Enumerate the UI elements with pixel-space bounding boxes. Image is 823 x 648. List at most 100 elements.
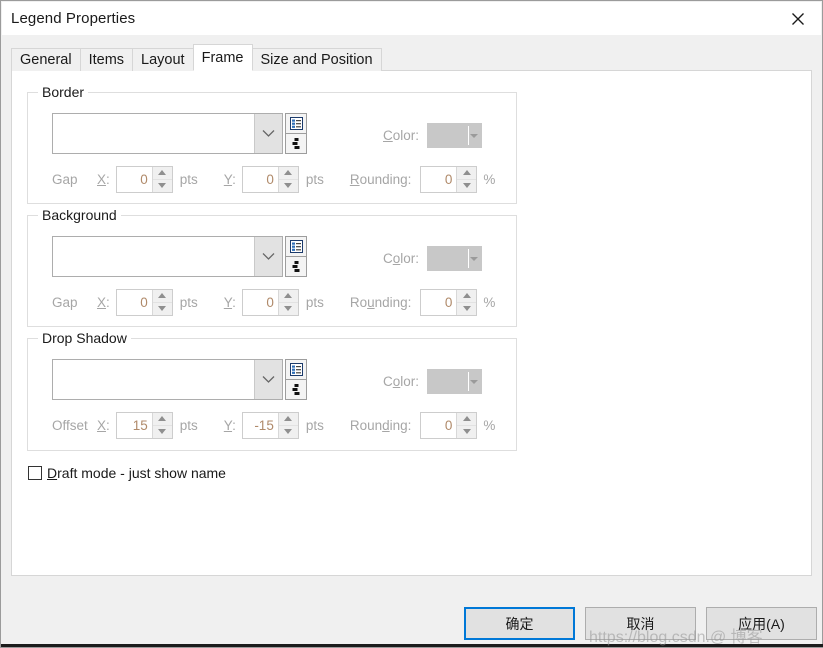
background-gap-x-spin-buttons[interactable] [151,289,172,315]
drop-shadow-offset-y-stepper[interactable]: -15 [241,411,299,439]
spinner-up-icon[interactable] [278,413,298,426]
background-rounding-label: Rounding: [349,294,412,310]
chevron-down-icon[interactable] [470,256,479,261]
border-gap-x-stepper[interactable]: 0 [115,165,173,193]
border-rounding-spin-buttons[interactable] [456,166,477,192]
background-rounding-spin-buttons[interactable] [456,289,477,315]
background-style-combo[interactable] [52,236,283,277]
background-gap-x-units: pts [179,294,198,310]
drop-shadow-offset-x-value[interactable]: 15 [117,413,152,438]
legend-properties-dialog: Legend Properties General Items Layout F… [0,0,823,648]
spinner-up-icon[interactable] [457,413,477,426]
ok-button[interactable]: 确定 [464,607,575,640]
drop-shadow-rounding-label: Rounding: [349,417,412,433]
background-rounding-units: % [483,294,496,310]
properties-list-icon[interactable] [285,113,307,134]
border-gap-y-value[interactable]: 0 [243,167,278,192]
drop-shadow-offset-y-value[interactable]: -15 [243,413,278,438]
drop-shadow-rounding-units: % [483,417,496,433]
background-gap-x-value[interactable]: 0 [117,290,152,315]
spinner-up-icon[interactable] [152,413,172,426]
chevron-down-icon[interactable] [254,237,282,276]
spinner-down-icon[interactable] [457,426,476,438]
apply-button[interactable]: 应用(A) [706,607,817,640]
spinner-up-icon[interactable] [457,167,477,180]
spinner-down-icon[interactable] [279,426,298,438]
cancel-button[interactable]: 取消 [585,607,696,640]
border-rounding-value[interactable]: 0 [421,167,456,192]
border-style-value[interactable] [53,114,254,153]
drop-shadow-offset-x-spin-buttons[interactable] [151,412,172,438]
drop-shadow-offset-x-stepper[interactable]: 15 [115,411,173,439]
drop-shadow-style-value[interactable] [53,360,254,399]
background-metrics-row: Gap X: 0 pts Y: 0 pts Rounding: 0 % [52,288,495,316]
drop-shadow-rounding-value[interactable]: 0 [421,413,456,438]
border-color-swatch[interactable] [427,123,483,148]
tab-general[interactable]: General [11,48,81,71]
tab-items[interactable]: Items [79,48,134,71]
spinner-up-icon[interactable] [152,290,172,303]
chevron-down-icon[interactable] [470,133,479,138]
tab-layout[interactable]: Layout [132,48,194,71]
drop-shadow-rounding-stepper[interactable]: 0 [420,411,478,439]
border-gap-x-spin-buttons[interactable] [151,166,172,192]
draft-mode-row[interactable]: Draft mode - just show name [28,465,226,481]
properties-list-icon[interactable] [285,236,307,257]
drop-shadow-offset-x-units: pts [179,417,198,433]
drop-shadow-x-label: X: [97,417,110,433]
spinner-down-icon[interactable] [279,303,298,315]
drop-shadow-style-combo[interactable] [52,359,283,400]
properties-list-icon[interactable] [285,359,307,380]
background-rounding-value[interactable]: 0 [421,290,456,315]
background-gap-y-stepper[interactable]: 0 [241,288,299,316]
drop-shadow-metrics-row: Offset X: 15 pts Y: -15 pts Rounding: 0 … [52,411,495,439]
spinner-up-icon[interactable] [457,290,477,303]
draft-mode-checkbox[interactable] [28,466,42,480]
expression-builder-icon[interactable] [285,257,307,277]
spinner-up-icon[interactable] [152,167,172,180]
drop-shadow-offset-y-spin-buttons[interactable] [277,412,298,438]
spinner-down-icon[interactable] [457,303,476,315]
frame-tab-panel: Border Color: Gap X: 0 pts Y: 0 pts Roun… [11,70,812,576]
background-color-swatch[interactable] [427,246,483,271]
swatch-divider [468,372,470,391]
border-style-row [52,113,307,154]
chevron-down-icon[interactable] [254,114,282,153]
background-gap-x-stepper[interactable]: 0 [115,288,173,316]
border-gap-y-stepper[interactable]: 0 [241,165,299,193]
drop-shadow-style-row [52,359,307,400]
border-group-title: Border [38,84,89,100]
background-gap-y-spin-buttons[interactable] [277,289,298,315]
background-gap-y-value[interactable]: 0 [243,290,278,315]
border-side-buttons [285,113,307,154]
drop-shadow-color-swatch[interactable] [427,369,483,394]
tab-size-and-position[interactable]: Size and Position [251,48,382,71]
border-metrics-row: Gap X: 0 pts Y: 0 pts Rounding: 0 % [52,165,495,193]
spinner-up-icon[interactable] [278,167,298,180]
background-style-value[interactable] [53,237,254,276]
border-style-combo[interactable] [52,113,283,154]
drop-shadow-rounding-spin-buttons[interactable] [456,412,477,438]
spinner-down-icon[interactable] [457,180,476,192]
chevron-down-icon[interactable] [470,379,479,384]
border-color-block: Color: [383,123,483,148]
spinner-down-icon[interactable] [153,426,172,438]
border-gap-x-value[interactable]: 0 [117,167,152,192]
spinner-down-icon[interactable] [153,180,172,192]
spinner-up-icon[interactable] [278,290,298,303]
tab-frame[interactable]: Frame [192,44,253,71]
swatch-divider [468,126,470,145]
spinner-down-icon[interactable] [153,303,172,315]
taskbar-sliver [1,644,823,647]
border-gap-x-units: pts [179,171,198,187]
expression-builder-icon[interactable] [285,380,307,400]
close-icon[interactable] [775,2,821,35]
border-rounding-stepper[interactable]: 0 [420,165,478,193]
background-style-row [52,236,307,277]
drop-shadow-y-label: Y: [223,417,236,433]
chevron-down-icon[interactable] [254,360,282,399]
border-gap-y-spin-buttons[interactable] [277,166,298,192]
spinner-down-icon[interactable] [279,180,298,192]
expression-builder-icon[interactable] [285,134,307,154]
background-rounding-stepper[interactable]: 0 [420,288,478,316]
